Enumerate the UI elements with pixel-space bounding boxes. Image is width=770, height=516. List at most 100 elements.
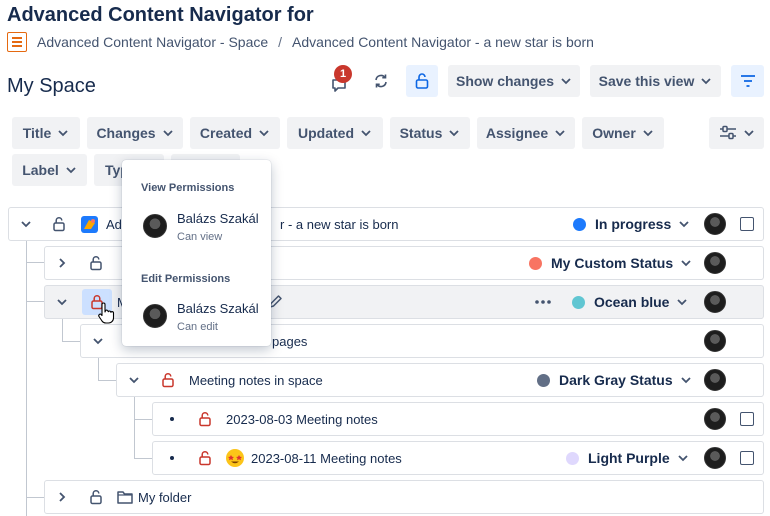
breadcrumb-space[interactable]: Advanced Content Navigator - Space <box>37 34 268 50</box>
filter-assignee[interactable]: Assignee <box>477 117 575 149</box>
status-dropdown[interactable]: Ocean blue <box>572 286 688 318</box>
hand-cursor-icon <box>97 302 115 329</box>
row-checkbox[interactable] <box>740 442 754 474</box>
avatar <box>143 214 167 238</box>
tree-connector <box>26 497 44 498</box>
lock-icon[interactable] <box>161 364 175 396</box>
avatar[interactable] <box>704 208 726 240</box>
avatar <box>143 304 167 328</box>
chevron-right-icon <box>59 492 66 502</box>
avatar[interactable] <box>704 286 726 318</box>
status-label: Ocean blue <box>594 294 670 310</box>
chevron-down-icon <box>554 127 566 139</box>
chevron-down-icon <box>676 296 688 308</box>
view-permission-role: Can view <box>177 231 223 243</box>
view-permissions-header: View Permissions <box>141 182 235 194</box>
more-actions-button[interactable] <box>534 286 552 318</box>
filter-created[interactable]: Created <box>190 117 280 149</box>
expand-button[interactable] <box>55 481 69 513</box>
collapse-button[interactable] <box>127 364 141 396</box>
filter-status[interactable]: Status <box>390 117 470 149</box>
chevron-down-icon <box>21 221 31 228</box>
filter-changes[interactable]: Changes <box>87 117 183 149</box>
tree-row[interactable]: 2023-08-11 Meeting notes Light Purple <box>152 441 764 475</box>
unlock-icon[interactable] <box>52 208 66 240</box>
status-dot <box>572 295 585 309</box>
edit-permissions-header: Edit Permissions <box>141 273 231 285</box>
more-icon <box>535 300 551 304</box>
tree-connector <box>26 240 27 516</box>
chevron-down-icon <box>57 127 69 139</box>
collapse-button[interactable] <box>55 286 69 318</box>
status-dropdown[interactable]: In progress <box>573 208 690 240</box>
breadcrumb-page[interactable]: Advanced Content Navigator - a new star … <box>292 34 594 50</box>
status-dropdown[interactable]: Light Purple <box>566 442 689 474</box>
folder-icon <box>117 481 133 513</box>
tree-connector <box>134 458 154 459</box>
save-view-label: Save this view <box>598 73 695 89</box>
collapse-button[interactable] <box>91 325 105 357</box>
expand-button[interactable] <box>55 247 69 279</box>
collapse-button[interactable] <box>19 208 33 240</box>
show-changes-label: Show changes <box>455 73 555 89</box>
filter-label-label: Label <box>22 162 59 178</box>
chevron-down-icon <box>680 257 692 269</box>
tree-row[interactable]: Meeting notes in space Dark Gray Status <box>116 363 764 397</box>
bullet-icon <box>169 403 175 435</box>
row-title[interactable]: pages <box>272 325 307 357</box>
save-view-button[interactable]: Save this view <box>590 65 721 97</box>
tree-row[interactable]: My folder <box>44 480 764 514</box>
tree-connector <box>134 419 154 420</box>
filter-owner[interactable]: Owner <box>582 117 664 149</box>
filter-updated[interactable]: Updated <box>287 117 383 149</box>
row-checkbox[interactable] <box>740 403 754 435</box>
avatar[interactable] <box>704 403 726 435</box>
unlock-icon[interactable] <box>89 247 103 279</box>
row-title[interactable]: 2023-08-11 Meeting notes <box>251 442 402 474</box>
chevron-down-icon <box>65 164 77 176</box>
status-dropdown[interactable]: Dark Gray Status <box>537 364 692 396</box>
avatar[interactable] <box>704 325 726 357</box>
chevron-right-icon <box>59 258 66 268</box>
edit-permission-user[interactable]: Balázs Szakál <box>177 301 259 316</box>
chevron-down-icon <box>162 127 174 139</box>
column-settings-button[interactable] <box>709 117 764 149</box>
tree-connector <box>62 341 82 342</box>
avatar[interactable] <box>704 442 726 474</box>
lock-icon[interactable] <box>198 403 212 435</box>
page-document-icon <box>7 32 27 52</box>
avatar[interactable] <box>704 247 726 279</box>
unlock-icon <box>414 72 430 90</box>
chevron-down-icon <box>743 127 755 139</box>
sliders-icon <box>719 125 737 141</box>
avatar[interactable] <box>704 364 726 396</box>
row-title[interactable]: 2023-08-03 Meeting notes <box>226 403 378 435</box>
tree-row[interactable]: 2023-08-03 Meeting notes <box>152 402 764 436</box>
filter-title[interactable]: Title <box>12 117 80 149</box>
permissions-popup: View Permissions Balázs Szakál Can view … <box>122 160 271 346</box>
show-changes-button[interactable]: Show changes <box>448 65 580 97</box>
filter-toggle-button[interactable] <box>731 65 764 97</box>
chevron-down-icon <box>642 127 654 139</box>
chevron-down-icon <box>560 75 572 87</box>
refresh-button[interactable] <box>366 64 396 98</box>
status-dropdown[interactable]: My Custom Status <box>529 247 692 279</box>
status-dot <box>573 217 586 231</box>
row-checkbox[interactable] <box>740 208 754 240</box>
tree-connector <box>98 380 118 381</box>
row-title[interactable]: Ad <box>106 208 122 240</box>
notification-badge: 1 <box>334 65 352 83</box>
status-dot <box>566 451 579 465</box>
row-title-tail[interactable]: r - a new star is born <box>280 208 399 240</box>
lock-icon[interactable] <box>198 442 212 474</box>
view-permission-user[interactable]: Balázs Szakál <box>177 211 259 226</box>
filter-label[interactable]: Label <box>12 154 87 186</box>
space-title: My Space <box>7 75 96 97</box>
lock-toggle-button[interactable] <box>406 65 438 97</box>
filter-created-label: Created <box>199 125 253 141</box>
row-title[interactable]: Meeting notes in space <box>189 364 323 396</box>
chevron-down-icon <box>678 218 690 230</box>
row-title[interactable]: My folder <box>138 481 191 513</box>
filter-lines-icon <box>740 74 756 88</box>
unlock-icon[interactable] <box>89 481 103 513</box>
